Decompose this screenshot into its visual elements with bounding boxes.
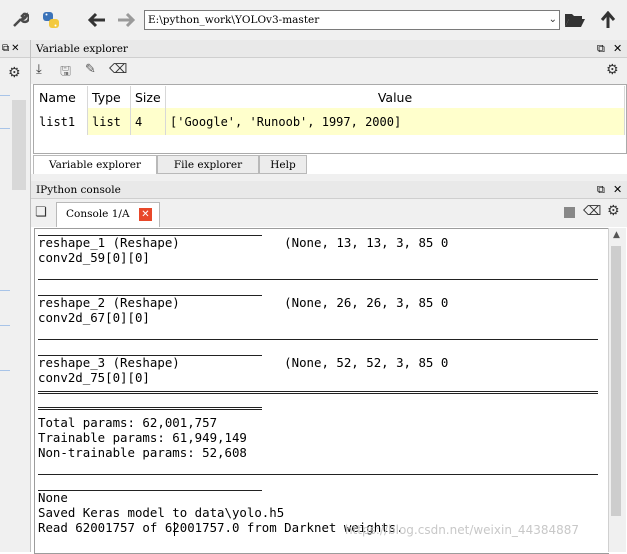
tab-console-1a[interactable]: Console 1/A ✕ (56, 202, 160, 227)
close-icon[interactable]: ✕ (613, 40, 622, 58)
save-data-icon[interactable]: 🖫 (60, 62, 71, 84)
close-tab-icon[interactable]: ✕ (139, 208, 152, 221)
stop-icon[interactable] (564, 207, 575, 218)
separator-line (38, 339, 598, 340)
up-arrow-icon[interactable] (597, 9, 619, 31)
working-directory-input[interactable]: E:\python_work\YOLOv3-master ⌄ (144, 10, 560, 30)
column-header-type[interactable]: Type (87, 86, 131, 108)
console-tab-label: Console 1/A (66, 208, 130, 220)
console-line: reshape_2 (Reshape) (None, 26, 26, 3, 85… (38, 295, 449, 310)
variable-table: Name Type Size Value list1 list 4 ['Goog… (35, 86, 625, 135)
back-arrow-icon[interactable] (86, 9, 108, 31)
cell-name[interactable]: list1 (35, 108, 88, 135)
pane-title: IPython console (36, 184, 121, 196)
forward-arrow-icon[interactable] (115, 9, 137, 31)
pane-title: Variable explorer (36, 43, 128, 55)
separator-line (38, 407, 262, 410)
scrollbar-thumb[interactable] (611, 246, 621, 516)
variable-explorer-toolbar: ⤓ 🖫 ✎ ⌫ ⚙ (31, 58, 627, 84)
table-row[interactable]: list1 list 4 ['Google', 'Runoob', 1997, … (35, 108, 625, 135)
text-cursor (174, 522, 175, 536)
console-line: conv2d_59[0][0] (38, 250, 150, 265)
column-header-name[interactable]: Name (35, 86, 88, 108)
separator-line (38, 490, 262, 491)
line-marker (0, 370, 10, 371)
line-marker (0, 325, 10, 326)
separator-line (38, 279, 598, 280)
close-icon[interactable]: ✕ (613, 181, 622, 199)
editor-panel-edge: ⧉ ✕ ⚙ (0, 40, 31, 552)
main-toolbar: E:\python_work\YOLOv3-master ⌄ (0, 0, 627, 41)
column-header-value[interactable]: Value (165, 86, 625, 108)
separator-line (38, 391, 598, 394)
gear-icon[interactable]: ⚙ (606, 62, 619, 78)
variable-explorer-header: Variable explorer ⧉ ✕ (31, 40, 627, 58)
chevron-down-icon[interactable]: ⌄ (549, 11, 557, 29)
save-as-icon[interactable]: ✎ (85, 62, 96, 77)
console-line: reshape_3 (Reshape) (None, 52, 52, 3, 85… (38, 355, 449, 370)
cell-size[interactable]: 4 (130, 108, 166, 135)
close-icon[interactable]: ✕ (11, 43, 19, 54)
gear-icon[interactable]: ⚙ (607, 203, 620, 219)
pane-splitter[interactable] (31, 174, 627, 181)
line-marker (0, 128, 10, 129)
console-line: Saved Keras model to data\yolo.h5 (38, 505, 285, 520)
cell-type[interactable]: list (87, 108, 131, 135)
column-header-size[interactable]: Size (130, 86, 166, 108)
tab-file-explorer[interactable]: File explorer (157, 155, 259, 174)
eraser-icon[interactable]: ⌫ (109, 62, 127, 77)
wrench-icon[interactable] (9, 9, 31, 31)
undock-icon[interactable]: ⧉ (597, 181, 605, 199)
undock-icon[interactable]: ⧉ (597, 40, 605, 58)
editor-scrollbar[interactable] (12, 100, 26, 190)
gear-icon[interactable]: ⚙ (8, 65, 21, 81)
ipython-console-header: IPython console ⧉ ✕ (31, 181, 627, 199)
console-line: conv2d_75[0][0] (38, 370, 150, 385)
tab-variable-explorer[interactable]: Variable explorer (33, 155, 157, 174)
line-marker (0, 290, 10, 291)
line-marker (0, 95, 10, 96)
watermark: https://blog.csdn.net/weixin_44384887 (345, 523, 580, 537)
cell-value[interactable]: ['Google', 'Runoob', 1997, 2000] (165, 108, 625, 135)
scroll-up-icon[interactable]: ▲ (613, 230, 620, 240)
separator-line (38, 474, 598, 475)
new-console-icon[interactable]: ❏ (35, 205, 47, 220)
eraser-icon[interactable]: ⌫ (583, 204, 601, 219)
import-data-icon[interactable]: ⤓ (36, 62, 42, 77)
console-tab-bar: ❏ Console 1/A ✕ ⌫ ⚙ (31, 199, 627, 227)
undock-icon[interactable]: ⧉ (2, 43, 9, 54)
folder-open-icon[interactable] (564, 9, 586, 31)
console-line: None (38, 490, 68, 505)
tab-help[interactable]: Help (259, 155, 307, 174)
python-icon[interactable] (40, 9, 62, 31)
console-line: Non-trainable params: 52,608 (38, 445, 247, 460)
console-line: Total params: 62,001,757 (38, 415, 218, 430)
console-line: reshape_1 (Reshape) (None, 13, 13, 3, 85… (38, 235, 449, 250)
console-output[interactable]: reshape_1 (Reshape) (None, 13, 13, 3, 85… (34, 228, 609, 554)
editor-panel-controls: ⧉ ✕ (0, 40, 30, 58)
console-line: Trainable params: 61,949,149 (38, 430, 247, 445)
console-line: conv2d_67[0][0] (38, 310, 150, 325)
working-directory-path: E:\python_work\YOLOv3-master (148, 14, 320, 26)
